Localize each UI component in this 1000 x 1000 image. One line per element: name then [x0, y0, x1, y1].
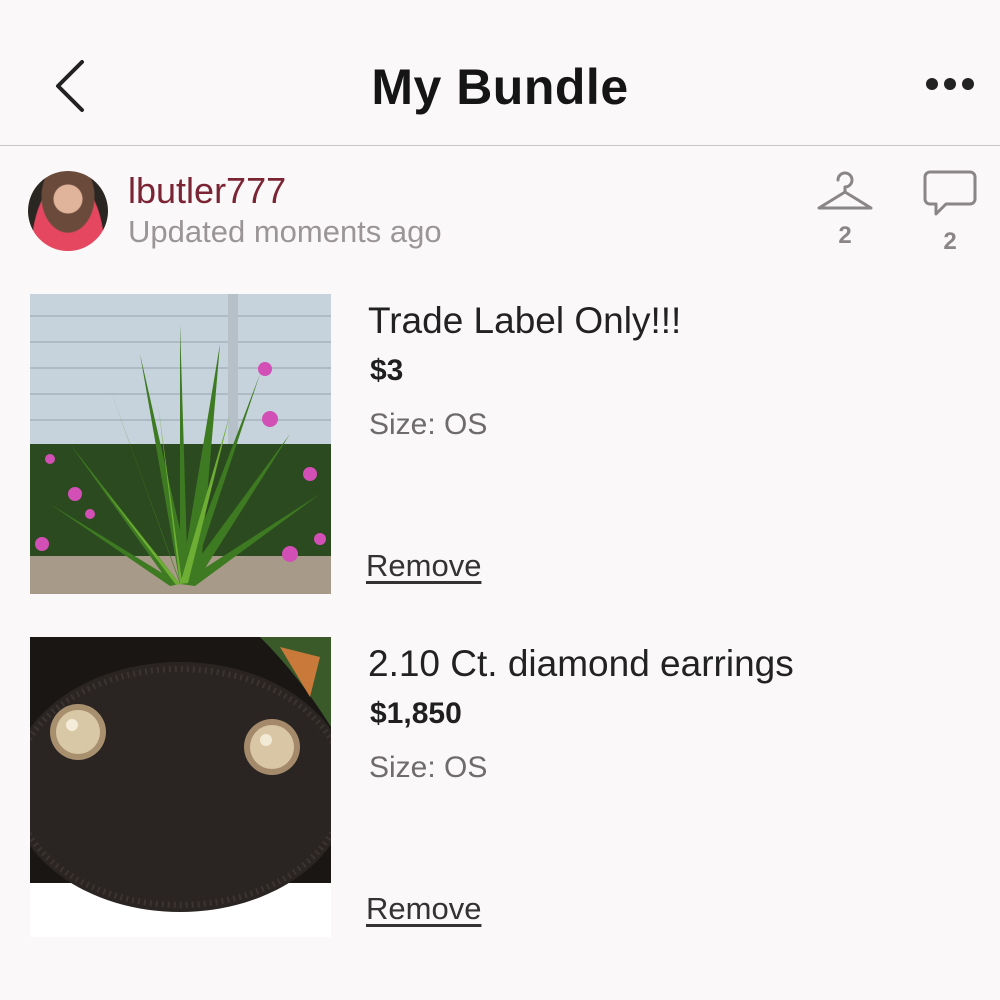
item-price: $1,850 — [370, 697, 462, 730]
more-options-button[interactable] — [920, 70, 980, 100]
item-thumbnail[interactable] — [30, 637, 331, 937]
remove-button[interactable]: Remove — [366, 891, 481, 927]
seller-row: lbutler777 Updated moments ago 2 2 — [0, 146, 1000, 276]
item-size: Size: OS — [369, 408, 488, 441]
comment-bubble-icon — [923, 170, 977, 216]
hanger-icon — [817, 171, 873, 210]
page-title: My Bundle — [371, 59, 629, 115]
earrings-photo-image — [30, 637, 331, 937]
comments-count: 2 — [943, 228, 957, 255]
item-title-link[interactable]: Trade Label Only!!! — [368, 300, 681, 342]
item-thumbnail[interactable] — [30, 294, 331, 594]
item-size: Size: OS — [369, 751, 488, 784]
more-horizontal-icon — [926, 78, 938, 90]
comments-stat[interactable]: 2 — [915, 168, 985, 256]
seller-username-link[interactable]: lbutler777 — [128, 170, 286, 212]
plant-photo-image — [30, 294, 331, 594]
likes-count: 2 — [838, 222, 852, 249]
item-price: $3 — [370, 354, 404, 387]
remove-button[interactable]: Remove — [366, 548, 481, 584]
avatar[interactable] — [28, 171, 108, 251]
item-title-link[interactable]: 2.10 Ct. diamond earrings — [368, 643, 794, 685]
top-navigation-bar: My Bundle — [0, 0, 1000, 146]
updated-timestamp: Updated moments ago — [128, 214, 442, 249]
bundle-item: 2.10 Ct. diamond earrings $1,850 Size: O… — [0, 637, 1000, 937]
bundle-item: Trade Label Only!!! $3 Size: OS Remove — [0, 294, 1000, 594]
likes-stat[interactable]: 2 — [810, 168, 880, 250]
